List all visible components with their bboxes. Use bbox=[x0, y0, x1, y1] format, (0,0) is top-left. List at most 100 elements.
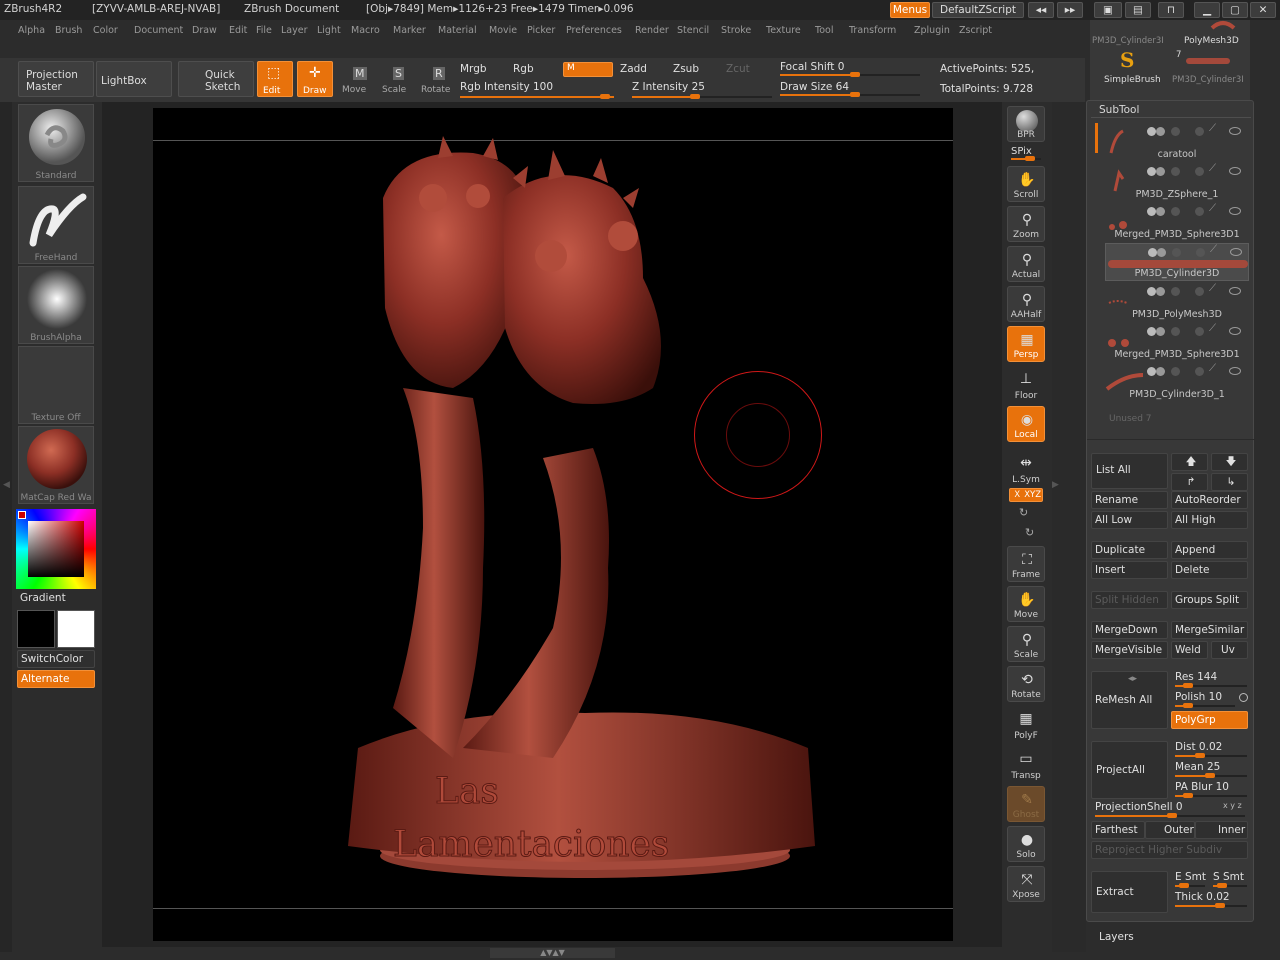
move-button[interactable]: M Move bbox=[339, 61, 371, 97]
menu-zplugin[interactable]: Zplugin bbox=[914, 25, 950, 36]
rotate-y-icon[interactable]: ↻ bbox=[1019, 506, 1028, 519]
menu-draw[interactable]: Draw bbox=[192, 25, 217, 36]
menu-marker[interactable]: Marker bbox=[393, 25, 426, 36]
tool-thumb-pm3d-cylinder[interactable]: PM3D_Cylinder3I bbox=[1092, 36, 1164, 46]
eye-icon[interactable] bbox=[1230, 248, 1242, 256]
menu-material[interactable]: Material bbox=[438, 25, 477, 36]
brush-standard[interactable]: Standard bbox=[18, 104, 94, 182]
tool-thumb-pm3d-cylinder-2[interactable]: PM3D_Cylinder3I bbox=[1172, 75, 1244, 85]
menu-macro[interactable]: Macro bbox=[351, 25, 380, 36]
undo-arrow-icon[interactable]: ↳ bbox=[1211, 473, 1248, 491]
eye-icon[interactable] bbox=[1229, 327, 1241, 335]
polyf-button[interactable]: ▦ PolyF bbox=[1007, 706, 1045, 742]
menu-transform[interactable]: Transform bbox=[849, 25, 896, 36]
layers-subpalette[interactable]: Layers bbox=[1099, 931, 1134, 943]
rotate-button[interactable]: R Rotate bbox=[419, 61, 455, 97]
pa-blur-slider[interactable] bbox=[1175, 793, 1247, 798]
zoom-button[interactable]: ⚲ Zoom bbox=[1007, 206, 1045, 242]
color-picker[interactable] bbox=[16, 509, 96, 589]
zsub-toggle[interactable]: Zsub bbox=[673, 63, 699, 75]
eye-icon[interactable] bbox=[1229, 127, 1241, 135]
mergevisible-button[interactable]: MergeVisible bbox=[1091, 641, 1168, 659]
menu-edit[interactable]: Edit bbox=[229, 25, 247, 36]
bpr-button[interactable]: BPR bbox=[1007, 106, 1045, 142]
projection-master-button[interactable]: Projection Master bbox=[18, 61, 94, 97]
insert-button[interactable]: Insert bbox=[1091, 561, 1168, 579]
split-hidden-button[interactable]: Split Hidden bbox=[1091, 591, 1168, 609]
dist-slider[interactable] bbox=[1175, 753, 1247, 758]
right-tray-toggle-icon[interactable]: ▶ bbox=[1052, 480, 1059, 490]
redo-arrow-icon[interactable]: ↱ bbox=[1171, 473, 1208, 491]
brush-icon[interactable]: ⟋ bbox=[1209, 363, 1216, 374]
minimize-icon[interactable]: ▁ bbox=[1194, 2, 1220, 18]
all-low-button[interactable]: All Low bbox=[1091, 511, 1168, 529]
rgb-intensity-slider[interactable] bbox=[460, 94, 614, 99]
duplicate-button[interactable]: Duplicate bbox=[1091, 541, 1168, 559]
quick-sketch-button[interactable]: Quick Sketch bbox=[178, 61, 254, 97]
move-down-arrow-icon[interactable]: 🡇 bbox=[1211, 453, 1248, 471]
xyz-button[interactable]: Ｘ XYZ bbox=[1009, 488, 1043, 502]
frame-button[interactable]: ⛶ Frame bbox=[1007, 546, 1045, 582]
spix-slider[interactable] bbox=[1011, 156, 1041, 161]
projectionshell-xyz[interactable]: x y z bbox=[1223, 801, 1242, 810]
menu-light[interactable]: Light bbox=[317, 25, 341, 36]
brush-icon[interactable]: ⟋ bbox=[1209, 323, 1216, 334]
mergedown-button[interactable]: MergeDown bbox=[1091, 621, 1168, 639]
menu-color[interactable]: Color bbox=[93, 25, 118, 36]
autoreorder-button[interactable]: AutoReorder bbox=[1171, 491, 1248, 509]
brush-icon[interactable]: ⟋ bbox=[1209, 123, 1216, 134]
brush-alpha[interactable]: BrushAlpha bbox=[18, 266, 94, 344]
subtool-item[interactable]: ⟋ Merged_PM3D_Sphere3D1 bbox=[1105, 323, 1249, 361]
e-smt-slider[interactable] bbox=[1175, 883, 1205, 888]
menu-stroke[interactable]: Stroke bbox=[721, 25, 751, 36]
projectionshell-slider[interactable] bbox=[1095, 813, 1245, 818]
uv-button[interactable]: Uv bbox=[1211, 641, 1248, 659]
aahalf-button[interactable]: ⚲ AAHalf bbox=[1007, 286, 1045, 322]
brush-icon[interactable]: ⟋ bbox=[1209, 283, 1216, 294]
eye-icon[interactable] bbox=[1229, 367, 1241, 375]
reproject-higher-subdiv-button[interactable]: Reproject Higher Subdiv bbox=[1091, 841, 1248, 859]
bottom-tray-toggle-icon[interactable]: ▲▼▲▼ bbox=[490, 948, 615, 958]
menu-stencil[interactable]: Stencil bbox=[677, 25, 709, 36]
z-intensity-slider[interactable] bbox=[632, 94, 772, 99]
m-toggle[interactable]: M bbox=[563, 62, 613, 77]
menu-layer[interactable]: Layer bbox=[281, 25, 308, 36]
menu-tool[interactable]: Tool bbox=[815, 25, 833, 36]
eye-icon[interactable] bbox=[1229, 207, 1241, 215]
eye-icon[interactable] bbox=[1229, 167, 1241, 175]
maximize-icon[interactable]: ▢ bbox=[1222, 2, 1248, 18]
persp-button[interactable]: ▦ Persp bbox=[1007, 326, 1045, 362]
brush-icon[interactable]: ⟋ bbox=[1209, 163, 1216, 174]
edit-button[interactable]: ⬚ Edit bbox=[257, 61, 293, 97]
focal-shift-slider[interactable] bbox=[780, 72, 920, 77]
close-icon[interactable]: ✕ bbox=[1250, 2, 1276, 18]
polygrp-button[interactable]: PolyGrp bbox=[1171, 711, 1248, 729]
scroll-button[interactable]: ✋ Scroll bbox=[1007, 166, 1045, 202]
xpose-button[interactable]: ⤧ Xpose bbox=[1007, 866, 1045, 902]
stroke-freehand[interactable]: FreeHand bbox=[18, 186, 94, 264]
lock-icon[interactable]: ⊓ bbox=[1158, 2, 1184, 18]
local-button[interactable]: ◉ Local bbox=[1007, 406, 1045, 442]
solo-button[interactable]: ● Solo bbox=[1007, 826, 1045, 862]
menu-zscript[interactable]: Zscript bbox=[959, 25, 992, 36]
tool-thumb-polymesh[interactable]: PolyMesh3D bbox=[1184, 36, 1239, 46]
res-slider[interactable] bbox=[1175, 683, 1247, 688]
projectall-button[interactable]: ProjectAll bbox=[1091, 741, 1168, 799]
document-canvas[interactable]: Las Lamentaciones bbox=[153, 108, 953, 941]
menu-preferences[interactable]: Preferences bbox=[566, 25, 622, 36]
eye-icon[interactable] bbox=[1229, 287, 1241, 295]
left-tray-toggle-icon[interactable]: ◀ bbox=[3, 480, 10, 490]
shelf-move-button[interactable]: ✋ Move bbox=[1007, 586, 1045, 622]
menu-movie[interactable]: Movie bbox=[489, 25, 517, 36]
alternate-button[interactable]: Alternate bbox=[17, 670, 95, 688]
subtool-item[interactable]: ⟋ PM3D_ZSphere_1 bbox=[1105, 163, 1249, 201]
s-smt-slider[interactable] bbox=[1213, 883, 1247, 888]
extract-button[interactable]: Extract bbox=[1091, 871, 1168, 913]
lsym-button[interactable]: ⇹ L.Sym bbox=[1007, 450, 1045, 486]
delete-button[interactable]: Delete bbox=[1171, 561, 1248, 579]
secondary-color-swatch[interactable] bbox=[17, 610, 55, 648]
thick-slider[interactable] bbox=[1175, 903, 1247, 908]
tool-thumb-simplebrush[interactable]: SimpleBrush bbox=[1104, 75, 1161, 85]
default-zscript-button[interactable]: DefaultZScript bbox=[932, 2, 1024, 18]
rewind-icon[interactable]: ◂◂ bbox=[1028, 2, 1054, 18]
